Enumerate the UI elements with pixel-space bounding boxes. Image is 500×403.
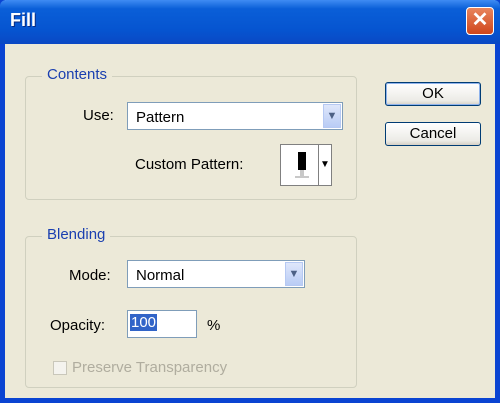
use-select[interactable]: Pattern ▼ [127, 102, 343, 130]
close-button[interactable]: ✕ [466, 7, 494, 35]
custom-pattern-picker[interactable]: ▼ [280, 144, 332, 186]
opacity-unit: % [207, 317, 221, 334]
opacity-label: Opacity: [50, 317, 106, 334]
title-bar[interactable]: Fill ✕ [0, 0, 500, 44]
fill-dialog: Fill ✕ Contents Use: Pattern ▼ Custom Pa… [0, 0, 500, 403]
pattern-dropdown-arrow-icon[interactable]: ▼ [318, 145, 331, 185]
chevron-down-icon[interactable]: ▼ [323, 104, 341, 128]
mode-select[interactable]: Normal ▼ [127, 260, 305, 288]
mode-select-value: Normal [136, 267, 185, 284]
ok-button[interactable]: OK [385, 82, 481, 106]
blending-group-label: Blending [42, 226, 111, 243]
cancel-button[interactable]: Cancel [385, 122, 481, 146]
preserve-transparency-label: Preserve Transparency [72, 359, 228, 376]
opacity-input[interactable]: 100 [127, 310, 197, 338]
close-icon: ✕ [471, 9, 489, 31]
dialog-title: Fill [10, 10, 36, 30]
mode-label: Mode: [69, 267, 111, 284]
preserve-transparency-checkbox[interactable] [53, 361, 67, 375]
contents-group-label: Contents [42, 66, 113, 83]
use-select-value: Pattern [136, 109, 185, 126]
custom-pattern-label: Custom Pattern: [135, 156, 244, 173]
pattern-swatch-icon [295, 152, 309, 178]
chevron-down-icon[interactable]: ▼ [285, 262, 303, 286]
use-label: Use: [83, 107, 114, 124]
opacity-value: 100 [130, 314, 158, 331]
dialog-body: Contents Use: Pattern ▼ Custom Pattern: … [5, 44, 495, 398]
